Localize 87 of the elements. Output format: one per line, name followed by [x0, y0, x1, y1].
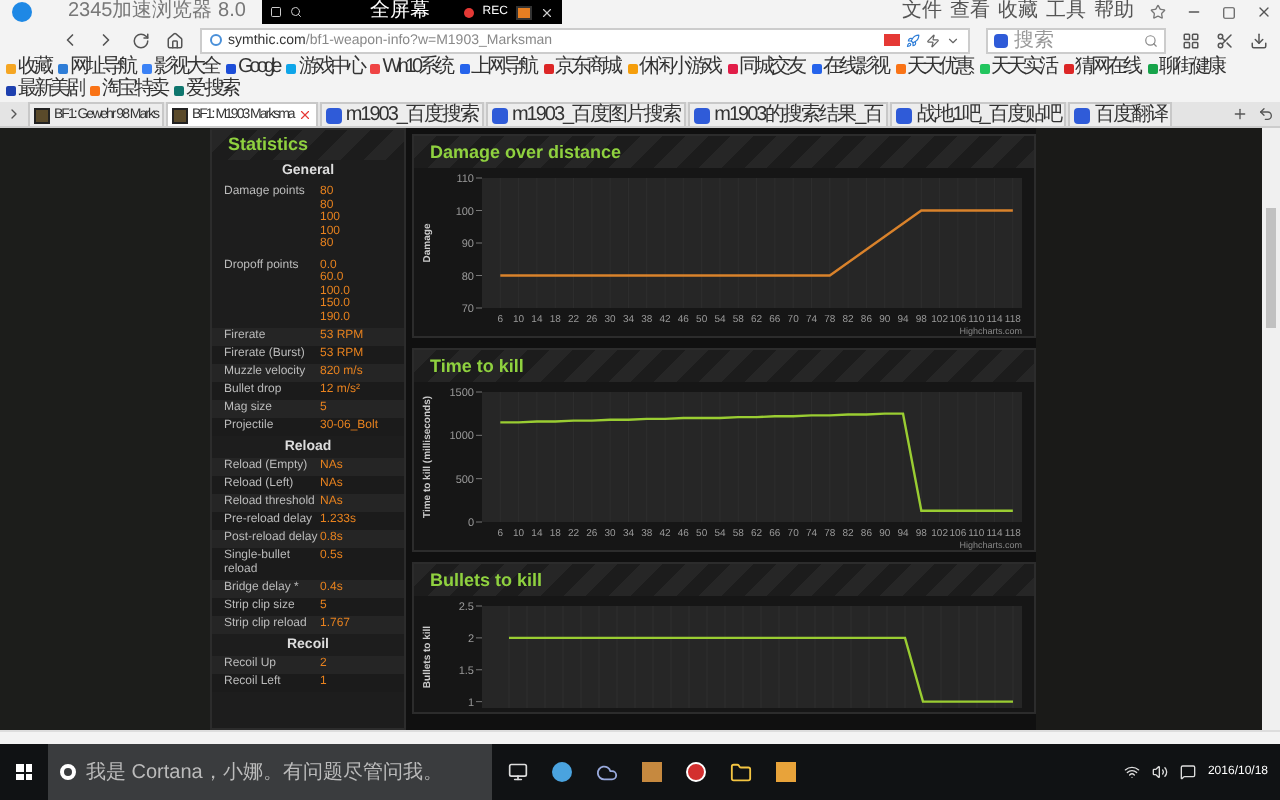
browser-title: 2345加速浏览器 8.0: [68, 2, 246, 22]
browser-tab[interactable]: 百度翻译: [1068, 102, 1173, 126]
scrollbar-thumb[interactable]: [1266, 208, 1276, 328]
task-view-icon[interactable]: [508, 762, 528, 782]
bookmark-link[interactable]: 休闲小游戏: [639, 58, 720, 78]
menu-item[interactable]: 查看: [950, 2, 990, 22]
bookmark-icon: [627, 63, 638, 73]
undo-icon[interactable]: [1258, 106, 1274, 122]
refresh-icon[interactable]: [132, 31, 150, 49]
dropdown-icon[interactable]: [946, 33, 960, 47]
bookmark-icon: [6, 85, 16, 95]
grid-icon[interactable]: [1182, 31, 1200, 49]
bookmark-link[interactable]: 天天优惠: [907, 58, 972, 78]
browser-tab[interactable]: m1903的搜索结果_百: [688, 102, 889, 126]
new-tab-icon[interactable]: [1232, 106, 1248, 122]
folder-icon[interactable]: [730, 761, 752, 783]
lightning-icon[interactable]: [926, 33, 940, 47]
rocket-icon[interactable]: [906, 33, 920, 47]
window-icon[interactable]: [269, 6, 282, 18]
search-icon[interactable]: [1144, 33, 1158, 47]
bookmark-icon: [543, 63, 554, 73]
bookmark-link[interactable]: 网址导航: [70, 58, 134, 78]
zoom-icon[interactable]: [289, 6, 302, 18]
menu-item[interactable]: 工具: [1046, 2, 1086, 22]
tab-label: m1903_百度图片搜索: [511, 105, 681, 125]
bookmark-link[interactable]: 在线影视: [823, 58, 888, 78]
browser-tab[interactable]: 战地1吧_百度贴吧: [890, 102, 1067, 126]
bookmark-icon: [811, 63, 822, 73]
search-input[interactable]: 搜索: [1014, 29, 1114, 51]
bookmark-link[interactable]: 京东商城: [555, 58, 620, 78]
tab-label: 百度翻译: [1094, 105, 1167, 125]
bookmark-link[interactable]: 聊街健康: [1159, 58, 1224, 78]
tab-list-icon[interactable]: [6, 106, 22, 122]
tab-label: m1903的搜索结果_百: [714, 105, 883, 125]
tab-label: 战地1吧_百度贴吧: [916, 105, 1061, 125]
windows-logo-icon: [16, 764, 32, 780]
notification-icon[interactable]: [1179, 764, 1196, 780]
bookmark-link[interactable]: 同城交友: [739, 58, 804, 78]
star-icon[interactable]: [1150, 4, 1166, 20]
tab-label: m1903_百度搜索: [345, 105, 478, 125]
bookmark-icon: [142, 63, 152, 73]
bookmark-icon: [370, 63, 381, 73]
scissors-icon[interactable]: [1216, 31, 1234, 49]
home-icon[interactable]: [166, 31, 184, 49]
site-icon: [210, 34, 222, 46]
download-icon[interactable]: [1250, 31, 1268, 49]
bookmark-link[interactable]: 游戏中心: [298, 58, 363, 78]
cortana-search-input[interactable]: 我是 Cortana，小娜。有问题尽管问我。: [86, 761, 480, 783]
bookmark-link[interactable]: Google: [238, 58, 279, 78]
network-icon[interactable]: [1123, 764, 1140, 780]
menu-item[interactable]: 收藏: [998, 2, 1038, 22]
chart-title: Bullets to kill: [430, 571, 543, 589]
bookmark-link[interactable]: 爱·搜索: [186, 80, 237, 100]
bookmark-link[interactable]: 猜网在线: [1075, 58, 1140, 78]
bookmark-icon: [226, 63, 236, 73]
bookmark-icon: [6, 63, 16, 73]
menu-item[interactable]: 帮助: [1094, 2, 1134, 22]
bookmark-icon: [1063, 63, 1074, 73]
maximize-icon[interactable]: [1222, 5, 1236, 19]
bookmark-icon: [90, 85, 100, 95]
volume-icon[interactable]: [1151, 764, 1168, 780]
bookmark-icon: [979, 63, 990, 73]
chart-title: Damage over distance: [430, 143, 622, 161]
cloud-app-icon[interactable]: [596, 761, 618, 783]
stats-title: Statistics: [228, 136, 309, 154]
bookmark-icon: [459, 63, 470, 73]
bookmark-link[interactable]: 最新美剧: [18, 80, 82, 100]
bookmark-link[interactable]: 影视大全: [154, 58, 218, 78]
bookmark-link[interactable]: 收藏: [18, 58, 50, 78]
bookmark-link[interactable]: Win10系统: [382, 58, 452, 78]
bookmark-icon: [286, 63, 297, 73]
bookmark-icon: [1147, 63, 1158, 73]
chart-title: Time to kill: [430, 357, 524, 375]
bookmark-icon: [58, 63, 68, 73]
close-icon[interactable]: [1256, 4, 1272, 20]
recorder-mode[interactable]: 全屏幕: [369, 2, 430, 22]
browser-tab[interactable]: m1903_百度图片搜索: [485, 102, 687, 126]
record-app-icon[interactable]: [686, 762, 706, 782]
bookmark-icon: [895, 63, 906, 73]
bookmark-icon: [727, 63, 738, 73]
search-field[interactable]: 搜索: [986, 27, 1166, 53]
bookmark-link[interactable]: 天天实活: [991, 58, 1056, 78]
cortana-search-field[interactable]: 我是 Cortana，小娜。有问题尽管问我。: [48, 744, 492, 800]
bookmark-icon: [174, 85, 184, 95]
browser-tab[interactable]: m1903_百度搜索: [319, 102, 484, 126]
bookmark-link[interactable]: 淘宝特卖: [102, 80, 166, 100]
bookmark-link[interactable]: 上网导航: [471, 58, 536, 78]
